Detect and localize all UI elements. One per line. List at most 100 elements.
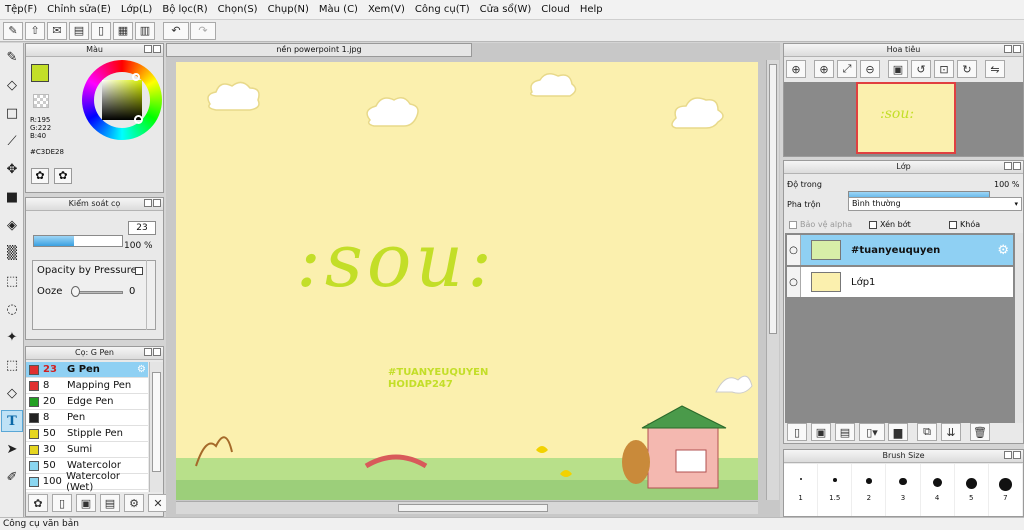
app-icon[interactable]: ✎ bbox=[3, 21, 23, 40]
menu-item[interactable]: Chọn(S) bbox=[213, 4, 263, 15]
brush-size-cell[interactable]: 4 bbox=[921, 464, 955, 516]
brush-settings-gear-icon[interactable]: ⚙ bbox=[137, 364, 146, 375]
menu-item[interactable]: Xem(V) bbox=[363, 4, 410, 15]
move-tool-icon[interactable]: ✥ bbox=[1, 158, 23, 180]
chat-icon[interactable]: ✉ bbox=[47, 21, 67, 40]
copy-brush-icon[interactable]: ▣ bbox=[76, 494, 96, 512]
new-vector-layer-icon[interactable]: ▤ bbox=[835, 423, 855, 441]
brush-size-cell[interactable]: 2 bbox=[852, 464, 887, 516]
menu-item[interactable]: Màu (C) bbox=[314, 4, 363, 15]
brush-tool-icon[interactable]: ✎ bbox=[1, 46, 23, 68]
add-layer-menu-icon[interactable]: ▯▾ bbox=[859, 423, 885, 441]
brush-size-cell[interactable]: 1 bbox=[784, 464, 819, 516]
brush-size-cell[interactable]: 5 bbox=[955, 464, 989, 516]
protect-alpha-checkbox[interactable] bbox=[789, 220, 797, 229]
hue-ring[interactable] bbox=[82, 60, 162, 140]
merge-layer-icon[interactable]: ⇊ bbox=[941, 423, 961, 441]
brush-size-slider[interactable] bbox=[33, 235, 123, 247]
palette-icon[interactable]: ✿ bbox=[31, 168, 49, 184]
color-picker-marker[interactable] bbox=[134, 115, 143, 124]
document-icon[interactable]: ▯ bbox=[91, 21, 111, 40]
menu-item[interactable]: Công cụ(T) bbox=[410, 4, 475, 15]
fill-rect-tool-icon[interactable]: ■ bbox=[1, 186, 23, 208]
rectangle-tool-icon[interactable]: □ bbox=[1, 102, 23, 124]
operation-tool-icon[interactable]: ➤ bbox=[1, 438, 23, 460]
menu-item[interactable]: Cửa sổ(W) bbox=[475, 4, 537, 15]
clip-checkbox[interactable] bbox=[869, 220, 877, 229]
layer-settings-icon[interactable]: ⚙ bbox=[997, 243, 1009, 258]
blend-mode-select[interactable]: Bình thường ▾ bbox=[848, 197, 1022, 211]
menu-item[interactable]: Lớp(L) bbox=[116, 4, 157, 15]
new-raster-layer-icon[interactable]: ▣ bbox=[811, 423, 831, 441]
bucket-tool-icon[interactable]: ◈ bbox=[1, 214, 23, 236]
line-tool-icon[interactable]: ⟋ bbox=[1, 130, 23, 152]
menu-item[interactable]: Help bbox=[575, 4, 608, 15]
navigator-preview[interactable]: :sou: bbox=[856, 82, 956, 154]
zoom-in-icon[interactable]: ⊕ bbox=[814, 60, 834, 78]
zoom-icon[interactable]: ⊕ bbox=[786, 60, 806, 78]
foreground-color-swatch[interactable] bbox=[31, 64, 49, 82]
menu-item[interactable]: Chụp(N) bbox=[263, 4, 314, 15]
select-eraser-tool-icon[interactable]: ◇ bbox=[1, 382, 23, 404]
grid-icon[interactable]: ▦ bbox=[113, 21, 133, 40]
new-brush-icon[interactable]: ▯ bbox=[52, 494, 72, 512]
ooze-slider-handle[interactable] bbox=[71, 286, 80, 297]
zoom-out-icon[interactable]: ⊖ bbox=[860, 60, 880, 78]
canvas-horizontal-scrollbar[interactable] bbox=[176, 501, 758, 514]
document-canvas[interactable]: :sou: #TUANYEUQUYEN HOIDAP247 bbox=[176, 62, 758, 500]
brush-list-item[interactable]: 8 Mapping Pen bbox=[26, 378, 148, 394]
rotate-right-icon[interactable]: ↻ bbox=[957, 60, 977, 78]
duplicate-layer-icon[interactable]: ⧉ bbox=[917, 423, 937, 441]
layer-visibility-icon[interactable]: ○ bbox=[787, 267, 801, 297]
opacity-by-pressure-checkbox[interactable] bbox=[135, 267, 143, 275]
text-tool-icon[interactable]: T bbox=[1, 410, 23, 432]
eraser-tool-icon[interactable]: ◇ bbox=[1, 74, 23, 96]
layer-row[interactable]: ○ Lớp1 bbox=[786, 266, 1014, 298]
brush-size-cell[interactable]: 3 bbox=[886, 464, 921, 516]
brush-control-scrollbar[interactable] bbox=[146, 260, 155, 330]
undo-button[interactable]: ↶ bbox=[163, 21, 189, 40]
menu-item[interactable]: Cloud bbox=[536, 4, 575, 15]
brush-size-cell[interactable]: 7 bbox=[989, 464, 1023, 516]
import-brush-icon[interactable]: ▤ bbox=[100, 494, 120, 512]
menu-item[interactable]: Chỉnh sửa(E) bbox=[42, 4, 116, 15]
brush-list-item[interactable]: 30 Sumi bbox=[26, 442, 148, 458]
brush-list-item[interactable]: 100 Watercolor (Wet) bbox=[26, 471, 148, 493]
saturation-value-square[interactable] bbox=[102, 80, 142, 120]
brush-size-value[interactable]: 23 bbox=[128, 221, 156, 235]
delete-brush-icon[interactable]: ✕ bbox=[148, 494, 168, 512]
trash-icon[interactable]: 🗑 bbox=[970, 423, 990, 441]
brush-list-item[interactable]: 50 Stipple Pen bbox=[26, 426, 148, 442]
palette-edit-icon[interactable]: ✿ bbox=[54, 168, 72, 184]
brush-list-scrollbar[interactable] bbox=[149, 362, 163, 492]
document-tab[interactable]: nền powerpoint 1.jpg bbox=[166, 43, 472, 57]
new-folder-icon[interactable]: ▆ bbox=[888, 423, 908, 441]
new-layer-icon[interactable]: ▯ bbox=[787, 423, 807, 441]
fit-icon[interactable]: ⤢ bbox=[837, 60, 857, 78]
select-pen-tool-icon[interactable]: ⬚ bbox=[1, 354, 23, 376]
eyedropper-tool-icon[interactable]: ✐ bbox=[1, 466, 23, 488]
menu-item[interactable]: Tệp(F) bbox=[0, 4, 42, 15]
brush-tools-icon[interactable]: ⚙ bbox=[124, 494, 144, 512]
layout-icon[interactable]: ▥ bbox=[135, 21, 155, 40]
layer-row[interactable]: ○ #tuanyeuquyen ⚙ bbox=[786, 234, 1014, 266]
lasso-tool-icon[interactable]: ◌ bbox=[1, 298, 23, 320]
reset-rotation-icon[interactable]: ⊡ bbox=[934, 60, 954, 78]
brush-size-cell[interactable]: 1.5 bbox=[818, 464, 853, 516]
hue-marker[interactable] bbox=[132, 73, 140, 81]
transparent-color-swatch[interactable] bbox=[33, 94, 49, 108]
rotate-left-icon[interactable]: ↺ bbox=[911, 60, 931, 78]
brush-settings-icon[interactable]: ✿ bbox=[28, 494, 48, 512]
brush-list-item[interactable]: 20 Edge Pen bbox=[26, 394, 148, 410]
layer-scrollbar[interactable] bbox=[1015, 233, 1023, 423]
rect-select-tool-icon[interactable]: ⬚ bbox=[1, 270, 23, 292]
actual-size-icon[interactable]: ▣ bbox=[888, 60, 908, 78]
brush-list-item[interactable]: 23 G Pen ⚙ bbox=[26, 362, 148, 378]
menu-item[interactable]: Bộ lọc(R) bbox=[157, 4, 212, 15]
flip-icon[interactable]: ⇋ bbox=[985, 60, 1005, 78]
gradient-tool-icon[interactable]: ▒ bbox=[1, 242, 23, 264]
redo-button[interactable]: ↷ bbox=[190, 21, 216, 40]
brush-list-item[interactable]: 8 Pen bbox=[26, 410, 148, 426]
layer-visibility-icon[interactable]: ○ bbox=[787, 235, 801, 265]
comment-icon[interactable]: ▤ bbox=[69, 21, 89, 40]
